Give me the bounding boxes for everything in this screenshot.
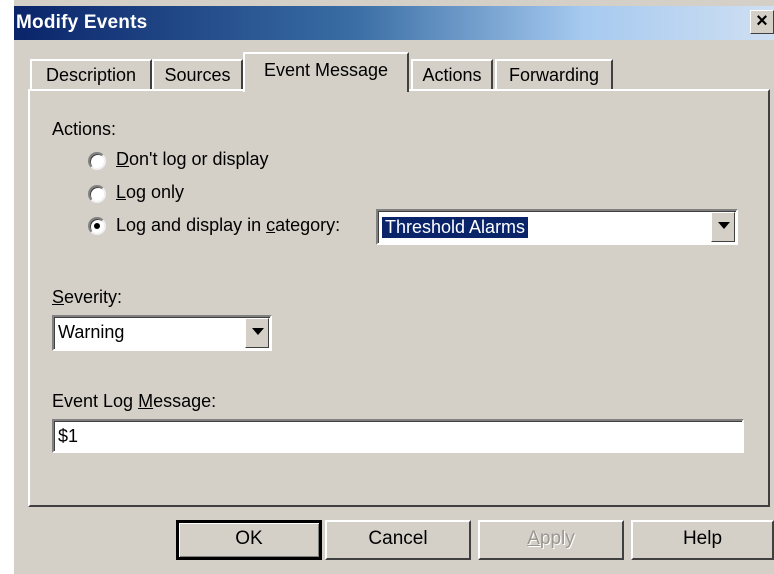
- tab-label: Event Message: [263, 60, 389, 80]
- help-button-label: Help: [682, 528, 723, 549]
- chevron-down-icon[interactable]: [711, 212, 735, 242]
- apply-button-label: Apply: [527, 528, 575, 549]
- radio-log-and-display-label[interactable]: Log and display in category:: [116, 215, 340, 236]
- event-message-panel: Actions: Don't log or display Log only L…: [28, 89, 770, 507]
- severity-value: Warning: [58, 322, 125, 342]
- tab-label: Sources: [164, 65, 231, 85]
- ok-button-label: OK: [235, 528, 263, 549]
- tab-event-message[interactable]: Event Message: [243, 52, 409, 92]
- radio-dont-log-label[interactable]: Don't log or display: [116, 149, 269, 170]
- severity-dropdown[interactable]: Warning: [52, 315, 272, 351]
- radio-selected-dot: [94, 223, 100, 229]
- modify-events-dialog: Modify Events × Description Sources Even…: [14, 0, 774, 574]
- cancel-button[interactable]: Cancel: [325, 520, 471, 560]
- actions-heading: Actions:: [52, 119, 117, 139]
- help-button[interactable]: Help: [631, 520, 774, 560]
- window-title: Modify Events: [16, 12, 148, 33]
- category-value: Threshold Alarms: [380, 216, 530, 239]
- category-dropdown[interactable]: Threshold Alarms: [376, 209, 738, 245]
- event-log-message-label: Event Log Message:: [52, 391, 217, 411]
- apply-button[interactable]: Apply: [478, 520, 624, 560]
- chevron-down-icon[interactable]: [245, 318, 269, 348]
- radio-log-and-display[interactable]: [88, 217, 106, 235]
- tab-label: Actions: [422, 65, 482, 85]
- radio-log-only-label[interactable]: Log only: [116, 182, 184, 203]
- tab-label: Description: [45, 65, 137, 85]
- tab-description[interactable]: Description: [30, 59, 152, 89]
- close-button[interactable]: ×: [750, 10, 774, 34]
- event-log-message-input[interactable]: [52, 419, 744, 453]
- tab-actions[interactable]: Actions: [411, 59, 493, 89]
- ok-button[interactable]: OK: [176, 520, 322, 560]
- radio-dont-log[interactable]: [88, 152, 106, 170]
- tab-forwarding[interactable]: Forwarding: [495, 59, 613, 89]
- tab-label: Forwarding: [508, 65, 600, 85]
- cancel-button-label: Cancel: [368, 528, 428, 549]
- radio-log-only[interactable]: [88, 185, 106, 203]
- tab-sources[interactable]: Sources: [152, 59, 243, 89]
- title-bar[interactable]: Modify Events ×: [14, 6, 774, 40]
- severity-label: Severity:: [52, 287, 123, 307]
- close-icon: ×: [756, 10, 768, 32]
